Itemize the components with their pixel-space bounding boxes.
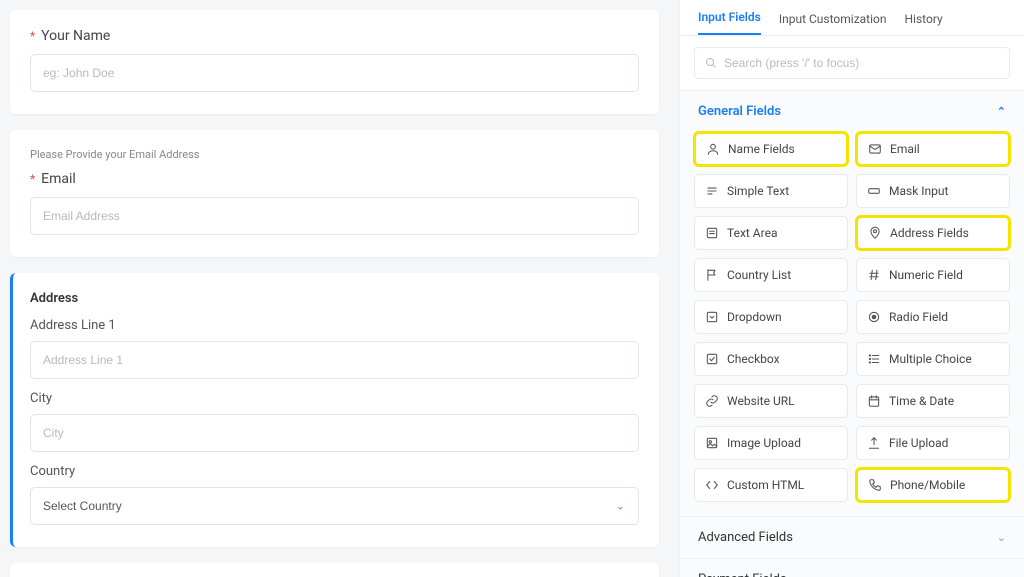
country-label: Country <box>30 464 639 479</box>
field-item-phone[interactable]: Phone/Mobile <box>856 468 1010 502</box>
image-icon <box>705 436 719 450</box>
address-title: Address <box>30 291 639 306</box>
address-line1-input[interactable] <box>30 341 639 379</box>
field-item-country[interactable]: Country List <box>694 258 848 292</box>
rect-icon <box>867 184 881 198</box>
field-item-file_upload[interactable]: File Upload <box>856 426 1010 460</box>
field-item-label: Time & Date <box>889 394 954 408</box>
check-sq-icon <box>705 352 719 366</box>
field-item-label: Country List <box>727 268 791 282</box>
name-label-text: Your Name <box>41 28 110 44</box>
phone-icon <box>868 478 882 492</box>
caret-sq-icon <box>705 310 719 324</box>
field-item-numeric[interactable]: Numeric Field <box>856 258 1010 292</box>
search-icon <box>705 57 717 69</box>
calendar-icon <box>867 394 881 408</box>
country-select[interactable]: Select Country <box>30 487 639 525</box>
sidebar: Input Fields Input Customization History… <box>679 0 1024 577</box>
field-item-multiple_choice[interactable]: Multiple Choice <box>856 342 1010 376</box>
code-icon <box>705 478 719 492</box>
tab-input-customization[interactable]: Input Customization <box>779 12 887 35</box>
field-item-label: Mask Input <box>889 184 948 198</box>
field-item-name[interactable]: Name Fields <box>694 132 848 166</box>
field-item-checkbox[interactable]: Checkbox <box>694 342 848 376</box>
field-item-label: Dropdown <box>727 310 782 324</box>
section-advanced-header[interactable]: Advanced Fields ⌄ <box>680 517 1024 558</box>
sidebar-body: General Fields ⌃ Name Fields Email Simple … <box>680 91 1024 577</box>
section-general-header[interactable]: General Fields ⌃ <box>680 91 1024 132</box>
email-input[interactable] <box>30 197 639 235</box>
required-star: * <box>30 172 35 186</box>
address-card: Address Address Line 1 City Country Sele… <box>10 273 659 547</box>
field-item-custom_html[interactable]: Custom HTML <box>694 468 848 502</box>
section-advanced-title: Advanced Fields <box>698 530 793 545</box>
email-label: * Email <box>30 171 639 187</box>
field-item-mask[interactable]: Mask Input <box>856 174 1010 208</box>
field-item-dropdown[interactable]: Dropdown <box>694 300 848 334</box>
user-icon <box>706 142 720 156</box>
field-item-email[interactable]: Email <box>856 132 1010 166</box>
field-item-label: Checkbox <box>727 352 780 366</box>
field-item-label: File Upload <box>889 436 948 450</box>
field-item-website[interactable]: Website URL <box>694 384 848 418</box>
name-card: * Your Name <box>10 10 659 114</box>
section-payment-header[interactable]: Payment Fields ⌄ <box>680 559 1024 577</box>
email-label-text: Email <box>41 171 76 187</box>
field-item-image_upload[interactable]: Image Upload <box>694 426 848 460</box>
section-advanced: Advanced Fields ⌄ <box>680 517 1024 559</box>
name-input[interactable] <box>30 54 639 92</box>
field-item-label: Address Fields <box>890 226 969 240</box>
sidebar-tabs: Input Fields Input Customization History <box>680 0 1024 36</box>
flag-icon <box>705 268 719 282</box>
search-input[interactable] <box>724 56 999 70</box>
tab-input-fields[interactable]: Input Fields <box>698 10 761 35</box>
email-helper: Please Provide your Email Address <box>30 148 639 161</box>
hash-icon <box>867 268 881 282</box>
upload-icon <box>867 436 881 450</box>
field-item-label: Image Upload <box>727 436 801 450</box>
required-star: * <box>30 29 35 43</box>
field-item-simple_text[interactable]: Simple Text <box>694 174 848 208</box>
field-item-label: Email <box>890 142 920 156</box>
field-item-label: Simple Text <box>727 184 789 198</box>
field-item-label: Numeric Field <box>889 268 963 282</box>
field-grid: Name Fields Email Simple Text Mask Input Tex… <box>680 132 1024 516</box>
chevron-down-icon: ⌄ <box>997 573 1006 577</box>
address-line1-label: Address Line 1 <box>30 318 639 333</box>
tab-history[interactable]: History <box>905 12 943 35</box>
section-payment: Payment Fields ⌄ <box>680 559 1024 577</box>
field-item-label: Multiple Choice <box>889 352 972 366</box>
city-label: City <box>30 391 639 406</box>
mail-icon <box>868 142 882 156</box>
list-icon <box>867 352 881 366</box>
chevron-up-icon: ⌃ <box>997 105 1006 118</box>
field-item-label: Custom HTML <box>727 478 804 492</box>
email-card: Please Provide your Email Address * Emai… <box>10 130 659 257</box>
phone-card: Phone/Mobile <box>10 563 659 577</box>
text2-icon <box>705 226 719 240</box>
field-item-textarea[interactable]: Text Area <box>694 216 848 250</box>
city-input[interactable] <box>30 414 639 452</box>
field-item-label: Name Fields <box>728 142 795 156</box>
chevron-down-icon: ⌄ <box>997 531 1006 544</box>
section-general-title: General Fields <box>698 104 781 119</box>
field-item-label: Phone/Mobile <box>890 478 965 492</box>
search-container <box>680 36 1024 91</box>
pin-icon <box>868 226 882 240</box>
field-item-address[interactable]: Address Fields <box>856 216 1010 250</box>
section-payment-title: Payment Fields <box>698 572 787 577</box>
field-item-label: Website URL <box>727 394 795 408</box>
link-icon <box>705 394 719 408</box>
field-item-timedate[interactable]: Time & Date <box>856 384 1010 418</box>
name-label: * Your Name <box>30 28 639 44</box>
form-preview-pane: * Your Name Please Provide your Email Ad… <box>0 0 679 577</box>
section-general: General Fields ⌃ Name Fields Email Simple … <box>680 91 1024 517</box>
field-item-label: Radio Field <box>889 310 948 324</box>
field-item-label: Text Area <box>727 226 777 240</box>
field-item-radio[interactable]: Radio Field <box>856 300 1010 334</box>
radio-icon <box>867 310 881 324</box>
text-icon <box>705 184 719 198</box>
